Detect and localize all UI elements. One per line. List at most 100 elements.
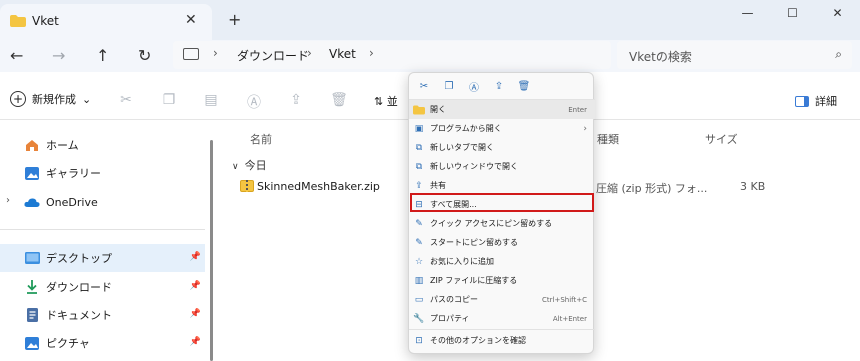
menu-item-compress-zip[interactable]: ▥ ZIP ファイルに圧縮する <box>409 271 595 290</box>
menu-item-label: パスのコピー <box>430 295 478 304</box>
copy-icon[interactable]: ❐ <box>160 92 178 110</box>
menu-item-open[interactable]: 開く Enter <box>409 100 595 119</box>
menu-separator <box>409 329 595 330</box>
breadcrumb-separator[interactable]: › <box>369 46 374 60</box>
share-icon: ⇪ <box>415 180 423 191</box>
breadcrumb-downloads[interactable]: ダウンロード <box>237 47 309 64</box>
cloud-icon <box>24 195 40 209</box>
new-button[interactable]: + 新規作成 ⌄ <box>10 91 91 107</box>
delete-icon[interactable]: 🗑 <box>517 79 531 93</box>
menu-item-add-favorites[interactable]: ☆ お気に入りに追加 <box>409 252 595 271</box>
menu-item-label: 共有 <box>430 181 446 190</box>
window-controls: — ☐ ✕ <box>725 0 860 26</box>
document-icon <box>24 308 40 322</box>
column-header-name[interactable]: 名前 <box>250 131 272 147</box>
group-label: 今日 <box>244 159 267 172</box>
sidebar-item-pictures[interactable]: ピクチャ 📌 <box>0 329 205 357</box>
forward-button[interactable]: → <box>52 46 65 65</box>
search-box[interactable]: Vketの検索 ⌕ <box>617 41 852 69</box>
menu-item-open-new-window[interactable]: ⧉ 新しいウィンドウで開く <box>409 157 595 176</box>
menu-item-label: 新しいウィンドウで開く <box>430 162 518 171</box>
chevron-right-icon[interactable]: › <box>6 195 10 206</box>
menu-item-properties[interactable]: 🔧 プロパティ Alt+Enter <box>409 309 595 328</box>
paste-icon[interactable]: ▤ <box>202 92 220 110</box>
delete-icon[interactable]: 🗑 <box>330 92 348 110</box>
pin-icon[interactable]: 📌 <box>190 252 201 262</box>
up-button[interactable]: ↑ <box>96 46 109 65</box>
chevron-right-icon: › <box>583 123 587 134</box>
highlight-box <box>410 193 594 212</box>
menu-item-open-with[interactable]: ▣ プログラムから開く › <box>409 119 595 138</box>
new-button-label: 新規作成 <box>32 93 76 106</box>
menu-item-open-new-tab[interactable]: ⧉ 新しいタブで開く <box>409 138 595 157</box>
menu-item-label: スタートにピン留めする <box>430 238 518 247</box>
rename-icon[interactable]: Ⓐ <box>467 79 481 94</box>
column-header-type[interactable]: 種類 <box>597 131 619 147</box>
file-size: 3 KB <box>740 180 766 193</box>
address-bar[interactable]: › ダウンロード › Vket › <box>173 41 611 69</box>
open-with-icon: ▣ <box>414 123 424 134</box>
pin-icon: ✎ <box>415 237 423 248</box>
pin-icon[interactable]: 📌 <box>190 309 201 319</box>
rename-icon[interactable]: Ⓐ <box>245 92 263 111</box>
tab-title: Vket <box>32 14 59 28</box>
cut-icon[interactable]: ✂ <box>417 79 431 93</box>
star-icon: ☆ <box>414 256 424 267</box>
pin-icon[interactable]: 📌 <box>190 281 201 291</box>
context-menu: ✂ ❐ Ⓐ ⇪ 🗑 開く Enter ▣ プログラムから開く › ⧉ 新しいタブ… <box>408 72 595 354</box>
back-button[interactable]: ← <box>10 46 23 65</box>
details-button[interactable]: 詳細 <box>795 93 837 109</box>
menu-item-label: 新しいタブで開く <box>430 143 494 152</box>
menu-item-pin-quick-access[interactable]: ✎ クイック アクセスにピン留めする <box>409 214 595 233</box>
menu-item-label: プログラムから開く <box>430 124 502 133</box>
minimize-button[interactable]: — <box>725 0 770 26</box>
title-bar: Vket ✕ + — ☐ ✕ <box>0 0 860 40</box>
refresh-button[interactable]: ↻ <box>138 46 151 65</box>
sidebar-item-label: ピクチャ <box>46 337 90 350</box>
share-icon[interactable]: ⇪ <box>492 79 506 93</box>
cut-icon[interactable]: ✂ <box>117 92 135 110</box>
sidebar-item-desktop[interactable]: デスクトップ 📌 <box>0 244 205 272</box>
download-icon <box>24 280 40 294</box>
menu-item-shortcut: Alt+Enter <box>552 314 587 323</box>
sidebar-scrollbar[interactable] <box>210 140 213 361</box>
plus-icon: + <box>10 91 26 107</box>
wrench-icon: 🔧 <box>413 313 425 324</box>
share-icon[interactable]: ⇪ <box>287 92 305 110</box>
pin-icon[interactable]: 📌 <box>190 337 201 347</box>
sidebar-item-onedrive[interactable]: › OneDrive <box>0 188 205 216</box>
column-header-size[interactable]: サイズ <box>705 131 738 147</box>
zip-icon: ▥ <box>414 275 424 286</box>
more-options-icon: ⊡ <box>415 335 423 346</box>
menu-item-copy-path[interactable]: ▭ パスのコピー Ctrl+Shift+C <box>409 290 595 309</box>
breadcrumb-vket[interactable]: Vket <box>329 47 356 61</box>
menu-item-shortcut: Ctrl+Shift+C <box>542 295 587 304</box>
address-row: ← → ↑ ↻ › ダウンロード › Vket › Vketの検索 ⌕ <box>0 40 860 72</box>
pin-icon: ✎ <box>415 218 423 229</box>
breadcrumb-separator: › <box>307 46 312 60</box>
maximize-button[interactable]: ☐ <box>770 0 815 26</box>
new-tab-button[interactable]: + <box>228 10 241 29</box>
menu-item-label: ZIP ファイルに圧縮する <box>430 276 518 285</box>
search-input[interactable]: Vketの検索 <box>629 48 692 65</box>
tab-vket[interactable]: Vket ✕ <box>0 4 212 40</box>
sidebar-item-gallery[interactable]: ギャラリー <box>0 159 205 187</box>
file-name: SkinnedMeshBaker.zip <box>257 180 380 193</box>
sidebar-item-label: ダウンロード <box>46 281 112 294</box>
tab-close-button[interactable]: ✕ <box>185 12 197 28</box>
menu-item-more-options[interactable]: ⊡ その他のオプションを確認 <box>409 331 595 350</box>
sidebar-item-label: ドキュメント <box>46 309 112 322</box>
picture-icon <box>24 336 40 350</box>
menu-item-shortcut: Enter <box>568 105 587 114</box>
sort-button[interactable]: ⇅ 並 <box>374 93 398 109</box>
breadcrumb-separator: › <box>213 46 218 60</box>
context-menu-quick-actions: ✂ ❐ Ⓐ ⇪ 🗑 <box>409 73 595 99</box>
sidebar-item-documents[interactable]: ドキュメント 📌 <box>0 301 205 329</box>
group-header-today[interactable]: ∨ 今日 <box>232 157 267 173</box>
sidebar-item-downloads[interactable]: ダウンロード 📌 <box>0 273 205 301</box>
copy-icon[interactable]: ❐ <box>442 79 456 93</box>
copy-path-icon: ▭ <box>414 294 424 305</box>
close-window-button[interactable]: ✕ <box>815 0 860 26</box>
sidebar-item-home[interactable]: ホーム <box>0 131 205 159</box>
menu-item-pin-start[interactable]: ✎ スタートにピン留めする <box>409 233 595 252</box>
